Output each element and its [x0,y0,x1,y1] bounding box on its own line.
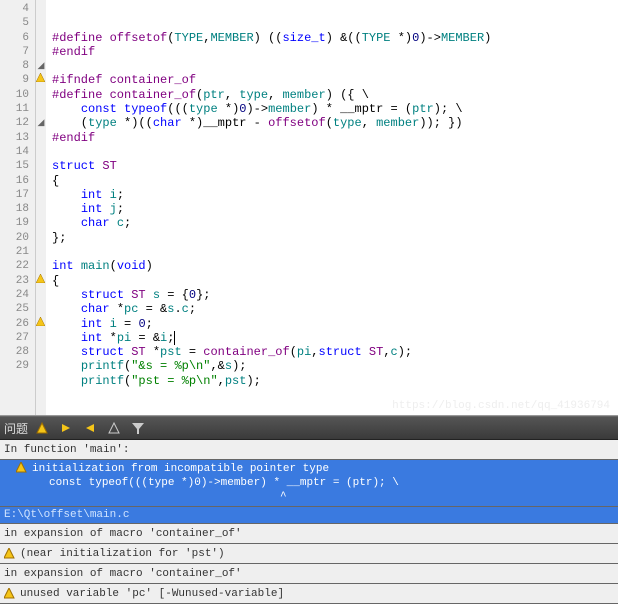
line-number: 17 [0,188,29,202]
line-number: 27 [0,331,29,345]
blank-marker [36,216,46,230]
code-line[interactable] [52,388,618,402]
line-number: 24 [0,288,29,302]
line-number: 11 [0,102,29,116]
problem-file-path[interactable]: E:\Qt\offset\main.c [0,507,618,524]
blank-marker [36,31,46,45]
line-number: 6 [0,31,29,45]
problem-message[interactable]: (near initialization for 'pst') [0,544,618,564]
problem-message[interactable]: unused variable 'pc' [-Wunused-variable] [0,584,618,604]
code-line[interactable] [52,145,618,159]
blank-marker [36,231,46,245]
line-number: 29 [0,359,29,373]
warning-icon [4,548,16,560]
warning-marker-icon[interactable] [36,73,46,87]
blank-marker [36,174,46,188]
problem-message[interactable]: in expansion of macro 'container_of' [0,564,618,584]
code-line[interactable]: (type *)((char *)__mptr - offsetof(type,… [52,116,618,130]
blank-marker [36,188,46,202]
line-number: 13 [0,131,29,145]
warning-marker-icon[interactable] [36,317,46,331]
code-line[interactable]: int j; [52,202,618,216]
problem-message[interactable]: In function 'main': [0,440,618,460]
line-number: 15 [0,159,29,173]
blank-marker [36,359,46,373]
code-content[interactable]: #define offsetof(TYPE,MEMBER) ((size_t) … [46,0,618,415]
code-line[interactable]: { [52,274,618,288]
code-line[interactable] [52,59,618,73]
blank-marker [36,102,46,116]
code-line[interactable]: printf("pst = %p\n",pst); [52,374,618,388]
problems-panel: 问题 In function 'main':initialization fro… [0,416,618,577]
blank-marker [36,88,46,102]
line-number: 9 [0,73,29,87]
problem-message[interactable]: in expansion of macro 'container_of' [0,524,618,544]
line-number: 16 [0,174,29,188]
line-number: 19 [0,216,29,230]
blank-marker [36,302,46,316]
line-number: 28 [0,345,29,359]
line-number: 12 [0,116,29,130]
blank-marker [36,145,46,159]
code-line[interactable]: int i = 0; [52,317,618,331]
text-cursor [174,331,175,345]
warning-marker-icon[interactable] [36,274,46,288]
code-line[interactable]: #endif [52,45,618,59]
line-number: 23 [0,274,29,288]
blank-marker [36,245,46,259]
blank-marker [36,16,46,30]
marker-gutter: ◢◢ [36,0,46,415]
line-number: 4 [0,2,29,16]
line-number: 21 [0,245,29,259]
code-line[interactable]: struct ST [52,159,618,173]
line-number: 25 [0,302,29,316]
code-line[interactable] [52,245,618,259]
problems-list[interactable]: In function 'main':initialization from i… [0,440,618,604]
code-editor[interactable]: 4567891011121314151617181920212223242526… [0,0,618,416]
blank-marker [36,131,46,145]
blank-marker [36,2,46,16]
line-number: 5 [0,16,29,30]
code-line[interactable]: #define offsetof(TYPE,MEMBER) ((size_t) … [52,31,618,45]
line-number: 14 [0,145,29,159]
code-line[interactable]: char *pc = &s.c; [52,302,618,316]
line-number: 8 [0,59,29,73]
line-number: 20 [0,231,29,245]
code-line[interactable]: struct ST *pst = container_of(pi,struct … [52,345,618,359]
blank-marker [36,45,46,59]
blank-marker [36,159,46,173]
blank-marker [36,202,46,216]
code-line[interactable]: char c; [52,216,618,230]
blank-marker [36,331,46,345]
line-number: 7 [0,45,29,59]
code-line[interactable]: { [52,174,618,188]
code-line[interactable]: int *pi = &i; [52,331,618,345]
line-number: 18 [0,202,29,216]
fold-marker-icon[interactable]: ◢ [36,116,46,130]
code-line[interactable]: struct ST s = {0}; [52,288,618,302]
line-number: 22 [0,259,29,273]
code-line[interactable]: #define container_of(ptr, type, member) … [52,88,618,102]
code-line[interactable]: }; [52,231,618,245]
line-number: 26 [0,317,29,331]
code-line[interactable]: #endif [52,131,618,145]
line-number-gutter: 4567891011121314151617181920212223242526… [0,0,36,415]
line-number: 10 [0,88,29,102]
code-line[interactable]: int main(void) [52,259,618,273]
code-line[interactable]: int i; [52,188,618,202]
blank-marker [36,259,46,273]
blank-marker [36,288,46,302]
code-line[interactable]: const typeof(((type *)0)->member) * __mp… [52,102,618,116]
problem-message-selected[interactable]: initialization from incompatible pointer… [0,460,618,507]
warning-icon [4,588,16,600]
code-line[interactable]: #ifndef container_of [52,73,618,87]
problems-tab-label[interactable]: 问题 [4,420,30,437]
code-line[interactable]: printf("&s = %p\n",&s); [52,359,618,373]
fold-marker-icon[interactable]: ◢ [36,59,46,73]
build-icon[interactable] [34,420,50,436]
blank-marker [36,345,46,359]
